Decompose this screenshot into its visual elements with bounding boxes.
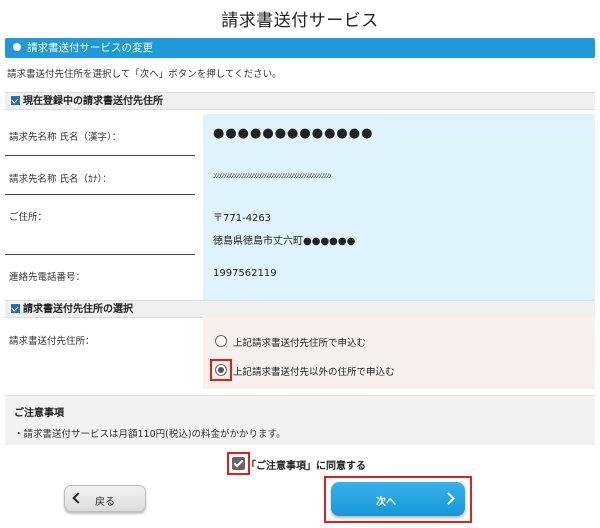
option-same-label[interactable]: 上記請求書送付先住所で申込む	[233, 335, 366, 349]
chevron-left-icon	[72, 492, 84, 504]
row-divider	[5, 155, 195, 156]
current-address-heading: 現在登録中の請求書送付先住所	[5, 92, 595, 110]
notes-title: ご注意事項	[14, 408, 64, 419]
name-kanji-label: 請求先名称 氏名（漢字）：	[9, 132, 122, 143]
back-button-label: 戻る	[95, 497, 115, 508]
agree-label[interactable]: 「ご注意事項」に同意する	[246, 457, 366, 472]
selection-heading-text: 請求書送付先住所の選択	[23, 304, 133, 315]
address-value: 徳島県徳島市丈六町●●●●●●	[213, 236, 356, 247]
next-button[interactable]: 次へ	[331, 482, 465, 516]
row-divider	[5, 254, 195, 255]
name-kana-label: 請求先名称 氏名（ｶﾅ）：	[9, 174, 112, 185]
instruction-text: 請求書送付先住所を選択して「次へ」ボタンを押してください。	[7, 69, 282, 80]
phone-label: 連絡先電話番号：	[9, 272, 86, 283]
option-other-label[interactable]: 上記請求書送付先以外の住所で申込む	[233, 364, 395, 378]
destination-label: 請求書送付先住所：	[9, 336, 95, 347]
section-header: 請求書送付サービスの変更	[5, 38, 595, 58]
current-address-table: 請求先名称 氏名（漢字）： ●●●●●●●●●●●●● 請求先名称 氏名（ｶﾅ）…	[5, 114, 595, 300]
section-title: 請求書送付サービスの変更	[27, 42, 153, 54]
next-button-label: 次へ	[376, 497, 396, 508]
chevron-right-icon	[442, 492, 455, 505]
bullet-icon	[13, 43, 21, 51]
notes-box: ご注意事項 ・請求書送付サービスは月額110円(税込)の料金がかかります。	[5, 395, 595, 445]
radio-same-address[interactable]	[215, 335, 227, 347]
postal-code: 〒771-4263	[213, 213, 272, 224]
back-button[interactable]: 戻る	[64, 485, 146, 512]
name-kanji-value: ●●●●●●●●●●●●●	[213, 126, 374, 141]
notes-body: ・請求書送付サービスは月額110円(税込)の料金がかかります。	[14, 429, 286, 440]
checkmark-icon	[11, 304, 20, 313]
destination-options: 上記請求書送付先住所で申込む 上記請求書送付先以外の住所で申込む	[203, 317, 595, 389]
address-label: ご住所：	[9, 212, 48, 223]
row-divider	[5, 194, 195, 195]
current-address-heading-text: 現在登録中の請求書送付先住所	[23, 96, 163, 107]
selection-heading: 請求書送付先住所の選択	[5, 300, 595, 318]
radio-other-address[interactable]	[215, 364, 227, 376]
name-kana-value: ﾝﾝﾝﾝﾝﾝﾝﾝﾝﾝﾝﾝﾝﾝﾝﾝﾝﾝﾝﾝﾝﾝﾝﾝﾝﾝﾝﾝﾝﾝﾝﾝﾝﾝﾝﾝﾝﾝﾝﾝ…	[213, 172, 332, 180]
checkmark-icon	[11, 96, 20, 105]
page-title: 請求書送付サービス	[221, 11, 379, 31]
phone-value: 1997562119	[213, 268, 277, 279]
agree-checkbox[interactable]	[232, 457, 245, 470]
